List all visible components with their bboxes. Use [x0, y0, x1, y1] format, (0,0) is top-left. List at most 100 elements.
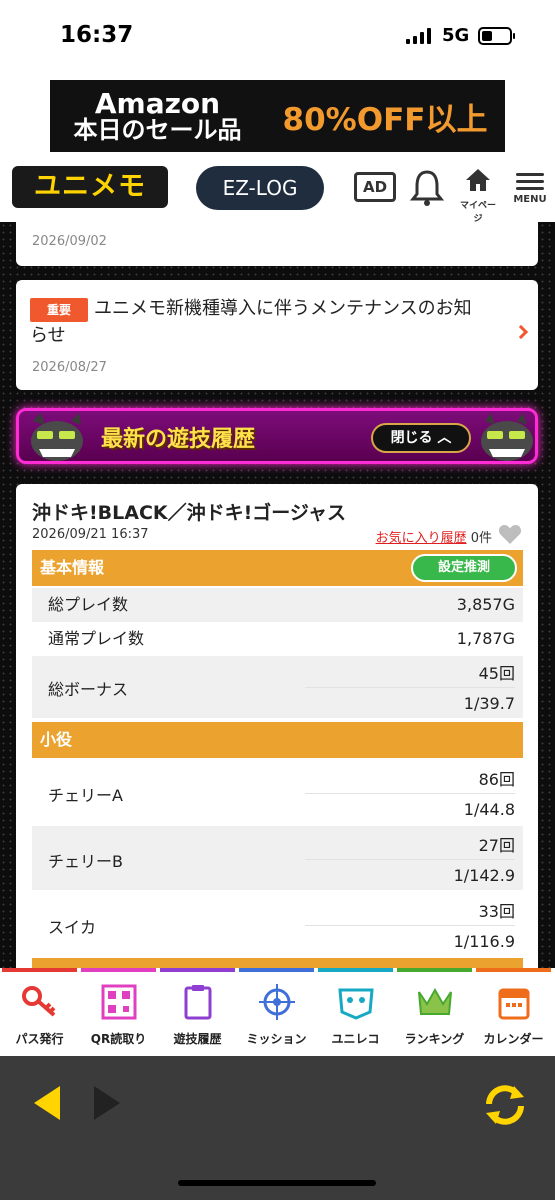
ezlog-button[interactable]: EZ-LOG: [196, 166, 324, 210]
table-row: 総プレイ数 3,857G: [32, 588, 523, 622]
total-play-label: 総プレイ数: [48, 595, 129, 614]
play-log-card: 沖ドキ!BLACK／沖ドキ!ゴージャス 2026/09/21 16:37 お気に…: [16, 484, 538, 968]
favorite-count: 0件: [470, 531, 492, 546]
signal-icon: [406, 28, 431, 44]
ad-toggle-icon[interactable]: AD: [354, 172, 396, 202]
heart-icon[interactable]: [498, 522, 522, 546]
bell-icon[interactable]: [409, 168, 445, 208]
row-divider: [305, 925, 515, 926]
nav-color-bar: [397, 968, 472, 972]
small-role-header: 小役: [32, 722, 523, 758]
table-row: 通常プレイ数 1,787G: [32, 622, 523, 656]
content-area: 2026/09/02 重要 ユニメモ新機種導入に伴うメンテナンスのお知 らせ 2…: [0, 222, 555, 968]
next-section-header: [32, 958, 523, 968]
nav-pass-issue[interactable]: パス発行: [0, 968, 79, 1056]
role-count: 33回: [478, 902, 515, 921]
monster-mascot-icon: [481, 413, 533, 461]
row-divider: [305, 687, 515, 688]
favorite-history-link[interactable]: お気に入り履歴: [376, 531, 467, 546]
bonus-count: 45回: [478, 664, 515, 683]
menu-button[interactable]: MENU: [512, 170, 548, 218]
browser-toolbar: [0, 1056, 555, 1200]
network-type: 5G: [442, 25, 470, 46]
nav-ranking[interactable]: ランキング: [395, 968, 474, 1056]
crown-icon: [417, 987, 452, 1015]
battery-icon: [478, 27, 515, 45]
calendar-icon: [498, 988, 529, 1020]
menu-label: MENU: [513, 194, 547, 205]
role-label: スイカ: [48, 918, 97, 937]
nav-color-bar: [81, 968, 156, 972]
ad-banner-text: Amazon 本日のセール品: [50, 86, 265, 145]
mypage-button[interactable]: マイページ: [458, 168, 498, 224]
bonus-label: 総ボーナス: [48, 680, 129, 699]
hamburger-icon: [512, 173, 548, 190]
notice-card[interactable]: 2026/09/02: [16, 222, 538, 266]
role-label: チェリーB: [48, 852, 123, 871]
home-indicator: [178, 1180, 376, 1186]
ad-subtitle: 本日のセール品: [73, 116, 242, 145]
setting-estimate-button[interactable]: 設定推測: [411, 554, 517, 582]
normal-play-label: 通常プレイ数: [48, 629, 145, 648]
small-role-title: 小役: [40, 730, 73, 749]
bonus-probability: 1/39.7: [463, 694, 515, 713]
nav-mission[interactable]: ミッション: [237, 968, 316, 1056]
bottom-navigation: パス発行 QR読取り 遊技履歴 ミッション ユニレコ ランキング カレンダー: [0, 968, 555, 1056]
refresh-icon[interactable]: [480, 1080, 530, 1130]
role-probability: 1/44.8: [463, 800, 515, 819]
row-divider: [305, 859, 515, 860]
role-count: 86回: [478, 770, 515, 789]
basic-info-title: 基本情報: [40, 558, 105, 577]
nav-label: ミッション: [246, 1032, 307, 1046]
table-row: チェリーB 27回 1/142.9: [32, 826, 523, 890]
close-label: 閉じる: [390, 430, 433, 446]
ad-offer: 80%OFF以上: [282, 101, 488, 138]
table-row: スイカ 33回 1/116.9: [32, 892, 523, 956]
nav-label: カレンダー: [483, 1032, 544, 1046]
nav-label: 遊技履歴: [173, 1032, 222, 1046]
site-logo[interactable]: ユニメモ: [12, 166, 168, 208]
notice-card[interactable]: 重要 ユニメモ新機種導入に伴うメンテナンスのお知 らせ 2026/08/27: [16, 280, 538, 390]
nav-color-bar: [318, 968, 393, 972]
unireco-icon: [337, 988, 374, 1020]
role-probability: 1/142.9: [453, 866, 515, 885]
recent-history-banner[interactable]: 最新の遊技履歴 閉じる ︿: [16, 408, 538, 464]
notice-date: 2026/08/27: [32, 360, 107, 375]
favorite-history: お気に入り履歴 0件: [376, 527, 492, 546]
row-divider: [305, 793, 515, 794]
nav-color-bar: [239, 968, 314, 972]
normal-play-value: 1,787G: [456, 629, 515, 648]
play-date: 2026/09/21 16:37: [32, 527, 149, 542]
status-bar: 16:37 5G: [0, 0, 555, 78]
basic-info-header: 基本情報 設定推測: [32, 550, 523, 586]
nav-calendar[interactable]: カレンダー: [474, 968, 553, 1056]
nav-label: パス発行: [15, 1032, 64, 1046]
ad-banner[interactable]: Amazon 本日のセール品 80%OFF以上: [50, 80, 505, 152]
monster-mascot-icon: [31, 413, 83, 461]
target-icon: [258, 984, 295, 1020]
chevron-right-icon: [513, 324, 529, 340]
nav-label: ユニレコ: [331, 1032, 380, 1046]
important-badge: 重要: [30, 298, 88, 322]
role-count: 27回: [478, 836, 515, 855]
nav-color-bar: [2, 968, 77, 972]
table-row: チェリーA 86回 1/44.8: [32, 760, 523, 824]
nav-color-bar: [476, 968, 551, 972]
nav-qr-read[interactable]: QR読取り: [79, 968, 158, 1056]
forward-arrow-icon[interactable]: [94, 1086, 120, 1120]
role-probability: 1/116.9: [453, 932, 515, 951]
notice-date: 2026/09/02: [32, 234, 107, 249]
nav-label: ランキング: [404, 1032, 465, 1046]
back-arrow-icon[interactable]: [34, 1086, 60, 1120]
machine-name: 沖ドキ!BLACK／沖ドキ!ゴージャス: [32, 502, 346, 524]
close-history-button[interactable]: 閉じる ︿: [371, 423, 471, 453]
site-header: ユニメモ EZ-LOG AD マイページ MENU: [0, 158, 555, 224]
ad-brand: Amazon: [94, 86, 221, 120]
nav-unireco[interactable]: ユニレコ: [316, 968, 395, 1056]
notice-title-continued: らせ: [30, 325, 66, 346]
total-play-value: 3,857G: [456, 595, 515, 614]
nav-play-history[interactable]: 遊技履歴: [158, 968, 237, 1056]
table-row: 総ボーナス 45回 1/39.7: [32, 656, 523, 718]
qr-icon: [101, 984, 136, 1020]
notice-title: ユニメモ新機種導入に伴うメンテナンスのお知: [94, 298, 472, 319]
